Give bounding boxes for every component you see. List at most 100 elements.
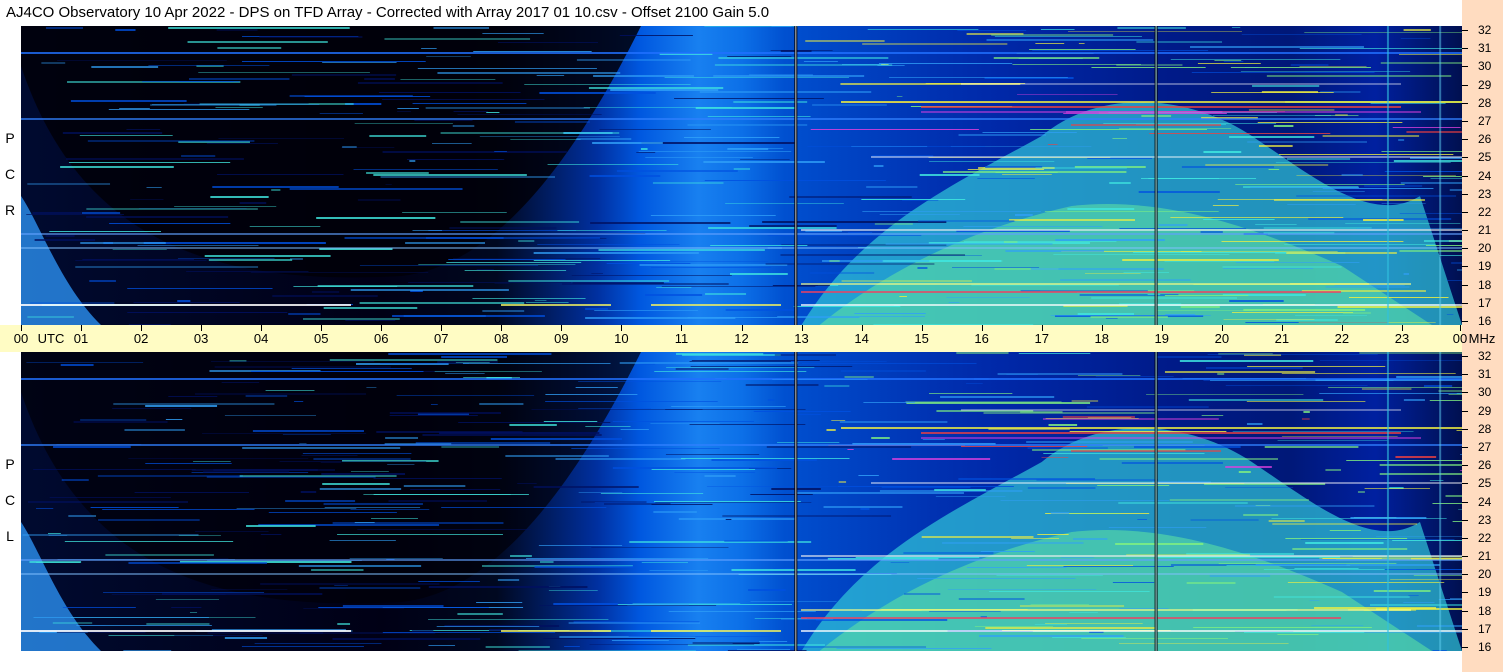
time-tick	[1460, 325, 1461, 331]
noise-streak	[837, 486, 1014, 487]
noise-streak	[1225, 385, 1368, 386]
noise-streak	[52, 622, 93, 624]
noise-streak	[1449, 598, 1462, 599]
noise-streak	[703, 161, 825, 163]
noise-streak	[1348, 297, 1449, 298]
noise-streak	[1393, 160, 1462, 162]
noise-streak	[1052, 637, 1126, 638]
noise-streak	[1290, 64, 1329, 66]
noise-streak	[1118, 643, 1289, 644]
noise-streak	[533, 252, 699, 254]
noise-streak	[620, 429, 649, 430]
noise-streak	[1403, 399, 1425, 401]
noise-streak	[1392, 540, 1462, 541]
noise-streak	[1373, 590, 1431, 592]
noise-streak	[777, 442, 840, 443]
noise-streak	[1017, 94, 1118, 95]
noise-streak	[411, 630, 434, 632]
time-tick-label: 00	[13, 331, 29, 346]
noise-streak	[33, 617, 209, 618]
noise-streak	[1165, 314, 1196, 315]
noise-streak	[1122, 259, 1279, 261]
noise-streak	[1439, 255, 1462, 256]
noise-streak	[373, 174, 527, 176]
noise-streak	[323, 503, 423, 505]
noise-streak	[449, 227, 557, 229]
noise-streak	[345, 320, 396, 321]
noise-streak	[1030, 268, 1164, 270]
noise-streak	[666, 367, 815, 368]
noise-streak	[373, 478, 502, 479]
noise-streak	[1077, 375, 1141, 376]
noise-streak	[1123, 272, 1170, 273]
noise-streak	[432, 143, 472, 144]
noise-streak	[576, 138, 632, 140]
noise-streak	[1309, 600, 1320, 601]
noise-streak	[750, 494, 813, 495]
time-tick	[741, 325, 743, 331]
noise-streak	[385, 184, 392, 185]
noise-streak	[509, 424, 557, 426]
noise-streak	[616, 170, 738, 172]
noise-streak	[195, 531, 269, 532]
time-tick-label: 04	[253, 331, 269, 346]
freq-tick-label: 18	[1478, 603, 1492, 618]
noise-streak	[332, 638, 481, 640]
noise-streak	[812, 104, 887, 106]
noise-streak	[60, 166, 174, 168]
noise-streak	[1322, 188, 1434, 189]
noise-streak	[1292, 548, 1408, 550]
interference-line	[921, 106, 1401, 108]
noise-streak	[823, 506, 903, 508]
noise-streak	[1295, 315, 1367, 316]
noise-streak	[960, 446, 1088, 447]
noise-streak	[1268, 520, 1305, 522]
time-tick	[561, 325, 563, 331]
noise-streak	[1073, 538, 1108, 540]
noise-streak	[1301, 418, 1310, 420]
noise-streak	[382, 151, 567, 153]
freq-tick	[1462, 374, 1468, 376]
noise-streak	[612, 421, 754, 422]
time-tick-label: 16	[974, 331, 989, 346]
rcp-label-p: P	[5, 130, 15, 146]
freq-tick-label: 24	[1478, 494, 1492, 509]
freq-tick	[1462, 410, 1468, 412]
noise-streak	[382, 632, 556, 633]
interference-line	[501, 630, 611, 632]
noise-streak	[1030, 604, 1090, 605]
noise-streak	[1364, 185, 1423, 187]
noise-streak	[124, 429, 185, 431]
freq-tick-label: 27	[1478, 439, 1492, 454]
noise-streak	[1456, 430, 1462, 431]
noise-streak	[963, 241, 1117, 242]
noise-streak	[34, 239, 96, 241]
noise-streak	[993, 57, 1100, 59]
noise-streak	[777, 316, 925, 317]
noise-streak	[599, 129, 711, 130]
time-tick-label: 02	[133, 331, 149, 346]
noise-streak	[1164, 371, 1316, 373]
freq-tick-label: 21	[1478, 549, 1492, 564]
noise-streak	[366, 387, 377, 388]
noise-streak	[1268, 169, 1280, 170]
noise-streak	[539, 605, 717, 606]
noise-streak	[211, 589, 288, 590]
noise-streak	[1035, 43, 1065, 44]
noise-streak	[1041, 457, 1069, 458]
noise-streak	[1170, 217, 1344, 218]
noise-streak	[860, 508, 870, 510]
noise-streak	[1460, 454, 1462, 455]
noise-streak	[1015, 214, 1033, 216]
noise-streak	[490, 438, 622, 440]
noise-streak	[165, 419, 183, 420]
noise-streak	[1363, 219, 1404, 221]
noise-streak	[1432, 503, 1462, 504]
time-tick	[621, 325, 623, 331]
noise-streak	[1212, 115, 1331, 116]
noise-streak	[211, 361, 375, 362]
noise-streak	[641, 562, 688, 563]
noise-streak	[1370, 103, 1446, 104]
freq-tick	[1462, 84, 1468, 86]
noise-streak	[831, 420, 846, 421]
